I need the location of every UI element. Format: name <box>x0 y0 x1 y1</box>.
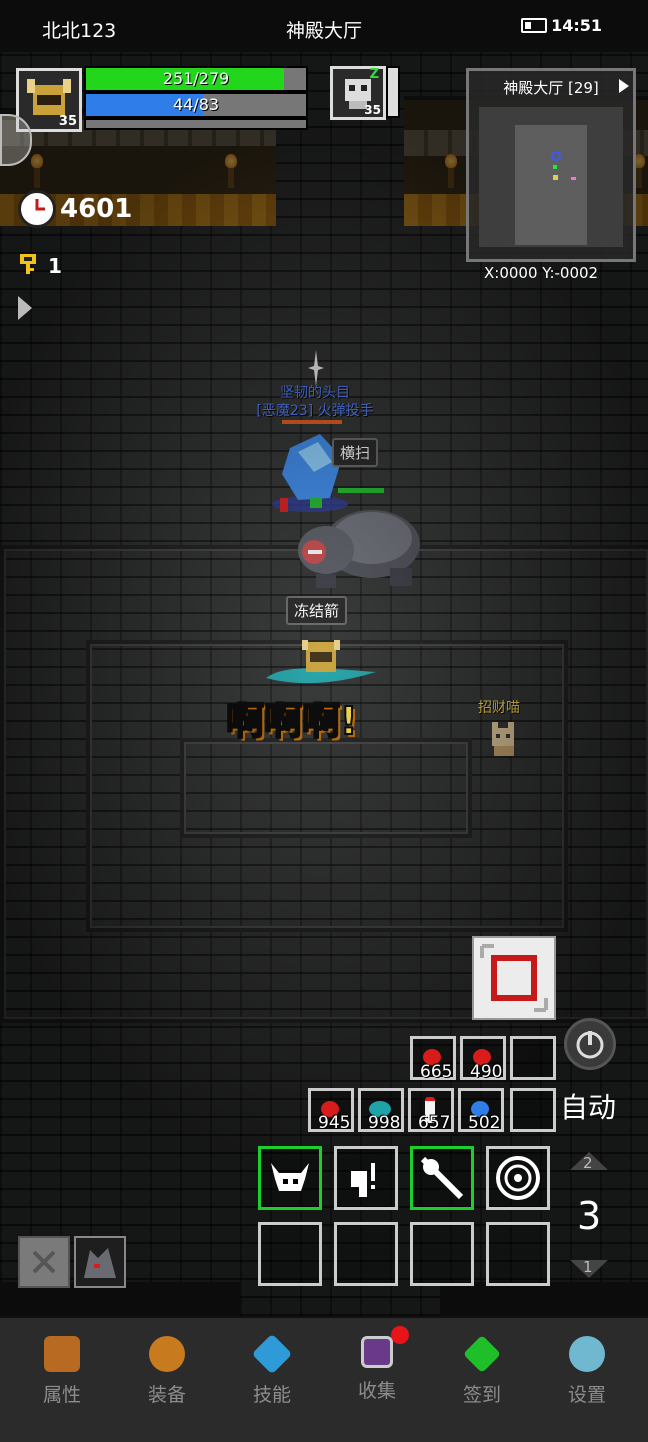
gem-icon <box>462 1334 502 1374</box>
notification-dot <box>391 1326 409 1344</box>
gear-icon <box>569 1336 605 1372</box>
bottom-navigation: 属性 装备 技能 收集 签到 设置 <box>0 1316 648 1442</box>
minimap-room <box>479 107 623 247</box>
power-button[interactable] <box>564 1018 616 1070</box>
nav-skills[interactable]: 技能 <box>232 1333 312 1407</box>
quick-slot-count: 998 <box>368 1113 401 1133</box>
bear-health-bar <box>338 488 384 493</box>
nav-equipment[interactable]: 装备 <box>127 1336 207 1407</box>
crystal-icon <box>251 1333 293 1375</box>
player-character[interactable] <box>264 638 378 694</box>
floor-ring-inner <box>180 738 472 838</box>
horned-skull-icon <box>271 1163 309 1191</box>
expand-arrow-icon[interactable] <box>18 296 32 320</box>
exp-bar <box>84 118 308 130</box>
quick-slot-count: 502 <box>468 1113 501 1133</box>
target-lock-button[interactable] <box>472 936 556 1020</box>
vortex-icon <box>496 1156 540 1200</box>
enemy-name: [恶魔23] 火弹投手 <box>256 403 374 419</box>
player-skill-tag: 冻结箭 <box>286 596 348 625</box>
pet-energy-bar <box>386 66 400 118</box>
quick-slot-count: 657 <box>418 1113 451 1133</box>
alert-bolt-icon <box>351 1163 375 1197</box>
nav-label: 装备 <box>147 1384 186 1406</box>
alarm-clock-icon <box>18 190 56 228</box>
skill-slot-3[interactable] <box>410 1146 474 1210</box>
bag-icon <box>149 1336 185 1372</box>
floor-up-label: 2 <box>583 1154 593 1172</box>
skill-slot-4[interactable] <box>486 1146 550 1210</box>
nav-label: 收集 <box>357 1380 396 1402</box>
floor-down-button[interactable]: 1 <box>568 1254 610 1280</box>
key-count: 1 <box>48 254 62 278</box>
bear-monster[interactable] <box>294 494 424 594</box>
helmet-icon <box>44 1336 80 1372</box>
floor-down-label: 1 <box>583 1258 593 1276</box>
auto-toggle[interactable]: 自动 <box>560 1086 616 1126</box>
pet-level: 35 <box>364 103 381 117</box>
sparkle-icon <box>308 350 324 386</box>
skill-slot-1[interactable] <box>258 1146 322 1210</box>
skill-slot-empty[interactable] <box>486 1222 550 1286</box>
quick-slot-count: 665 <box>420 1062 453 1082</box>
skill-slot-empty[interactable] <box>334 1222 398 1286</box>
power-icon <box>576 1031 604 1059</box>
current-floor: 3 <box>577 1194 602 1238</box>
skill-slot-empty[interactable] <box>410 1222 474 1286</box>
shout-text: 啊啊啊! <box>225 698 358 744</box>
status-time: 14:51 <box>551 16 602 35</box>
nav-checkin[interactable]: 签到 <box>442 1334 522 1407</box>
torch-icon <box>225 154 237 188</box>
arrow-strike-icon <box>420 1156 464 1200</box>
timer-value: 4601 <box>60 194 133 224</box>
tome-icon <box>361 1336 393 1368</box>
skill-slot-empty[interactable] <box>258 1222 322 1286</box>
bottom-right-wall <box>440 1282 648 1316</box>
cat-npc-name: 招财喵 <box>478 700 520 716</box>
sleep-status-icon: Z <box>369 67 379 82</box>
quick-slot-count: 490 <box>470 1062 503 1082</box>
nav-label: 签到 <box>462 1384 501 1406</box>
nav-label: 属性 <box>42 1384 81 1406</box>
quick-slot-count: 945 <box>318 1113 351 1133</box>
nav-label: 设置 <box>567 1384 606 1406</box>
battery-icon <box>521 18 547 33</box>
empty-item-slot[interactable] <box>18 1236 70 1288</box>
player-level: 35 <box>58 114 77 129</box>
floor-up-button[interactable]: 2 <box>568 1150 610 1176</box>
nav-label: 技能 <box>252 1384 291 1406</box>
key-icon <box>18 252 38 276</box>
coordinates: X:0000 Y:-0002 <box>484 264 599 282</box>
cat-npc[interactable] <box>486 720 520 756</box>
hp-text: 251/279 <box>162 69 230 88</box>
crosshair-frame-icon <box>480 944 548 1012</box>
wolf-pet-slot[interactable] <box>74 1236 126 1288</box>
minimap-expand-icon[interactable] <box>619 79 629 93</box>
mp-text: 44/83 <box>172 95 220 114</box>
quick-slot-empty[interactable] <box>510 1036 556 1080</box>
enemy-health-bar <box>282 420 342 424</box>
hp-bar: 251/279 <box>84 66 308 92</box>
close-icon <box>32 1250 56 1274</box>
nav-settings[interactable]: 设置 <box>547 1336 627 1407</box>
mp-bar: 44/83 <box>84 92 308 118</box>
enemy-skill-tag: 横扫 <box>332 438 379 467</box>
quick-slot-empty[interactable] <box>510 1088 556 1132</box>
skill-slot-2[interactable] <box>334 1146 398 1210</box>
nav-collection[interactable]: 收集 <box>337 1326 417 1403</box>
torch-icon <box>445 154 457 188</box>
wolf-icon <box>84 1248 116 1278</box>
torch-icon <box>31 154 43 188</box>
minimap[interactable]: 神殿大厅 [29] <box>466 68 636 262</box>
torch-icon <box>633 154 645 188</box>
minimap-title: 神殿大厅 [29] <box>503 79 599 97</box>
nav-attributes[interactable]: 属性 <box>22 1336 102 1407</box>
pet-portrait[interactable]: Z 35 <box>330 66 386 120</box>
